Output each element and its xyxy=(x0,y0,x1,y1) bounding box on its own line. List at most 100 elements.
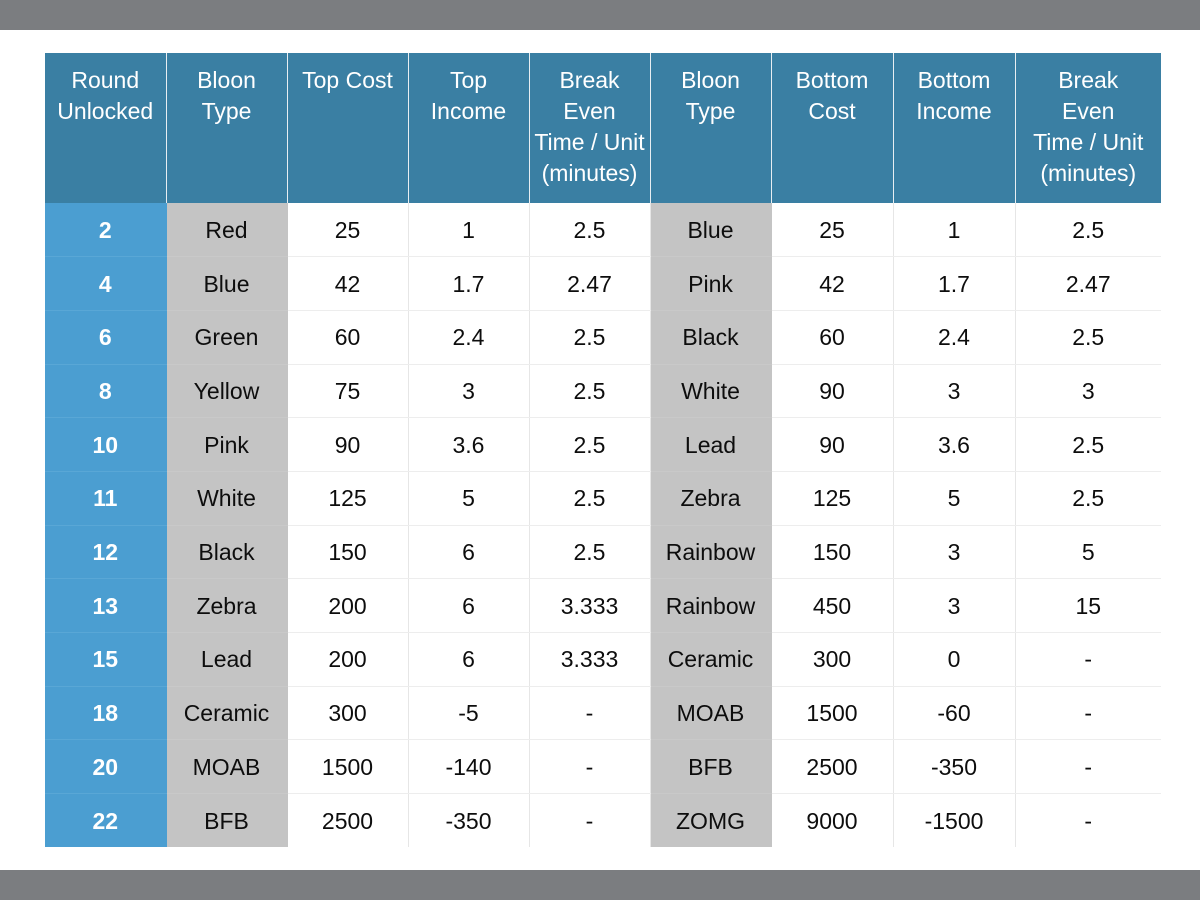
table-row[interactable]: 10 Pink 90 3.6 2.5 Lead 90 3.6 2.5 xyxy=(45,417,1161,472)
table-row[interactable]: 20 MOAB 1500 -140- BFB 2500 -350- xyxy=(45,739,1161,795)
table-row[interactable]: 12 Black 150 6 2.5 Rainbow 150 3 5 xyxy=(45,525,1161,580)
cell-bloon-type-top: Black xyxy=(166,525,288,580)
cell-bloon-type-top: Green xyxy=(166,310,288,365)
table-row[interactable]: 13 Zebra 200 6 3.333 Rainbow 450 3 15 xyxy=(45,578,1161,633)
cell-top-cost: 75 xyxy=(287,364,409,419)
cell-bottom-break-even: - xyxy=(1015,793,1161,848)
cell-bottom-cost: 90 xyxy=(771,364,894,419)
cell-round-unlocked: 12 xyxy=(45,525,167,580)
cell-bottom-break-even: 2.5 xyxy=(1015,203,1161,258)
cell-bottom-cost: 125 xyxy=(771,471,894,526)
bloon-economy-table: Round Unlocked Bloon Type Top Cost Top Inco… xyxy=(45,53,1161,848)
cell-bloon-type-bottom: Lead xyxy=(650,417,772,472)
cell-bottom-income: 1.7 xyxy=(893,256,1016,311)
column-header-bottom-cost[interactable]: Bottom Cost xyxy=(771,53,894,203)
cell-round-unlocked: 20 xyxy=(45,739,167,795)
cell-bloon-type-bottom: Pink xyxy=(650,256,772,311)
column-header-line: Top xyxy=(449,67,488,93)
column-header-line: Even xyxy=(563,98,616,124)
cell-bottom-income: 1 xyxy=(893,203,1016,258)
cell-top-cost: 150 xyxy=(287,525,409,580)
column-header-line: Time / Unit xyxy=(534,129,645,155)
cell-top-break-even: - xyxy=(529,793,651,848)
cell-top-cost: 42 xyxy=(287,256,409,311)
cell-top-income: 6 xyxy=(408,578,530,633)
cell-bottom-cost: 60 xyxy=(771,310,894,365)
column-header-line: (minutes) xyxy=(1040,160,1137,186)
cell-bloon-type-top: Red xyxy=(166,203,288,258)
cell-bottom-break-even: - xyxy=(1015,739,1161,795)
table-row[interactable]: 22 BFB 2500 -350- ZOMG 9000 -1500- xyxy=(45,793,1161,848)
cell-top-income: -140 xyxy=(408,739,530,795)
cell-bottom-cost: 2500 xyxy=(771,739,894,795)
table-row[interactable]: 6 Green 60 2.4 2.5 Black 60 2.4 2.5 xyxy=(45,310,1161,365)
cell-bottom-break-even: 2.5 xyxy=(1015,417,1161,472)
cell-top-break-even: 3.333 xyxy=(529,578,651,633)
table-header: Round Unlocked Bloon Type Top Cost Top Inco… xyxy=(45,53,1161,203)
column-header-top-income[interactable]: Top Income xyxy=(408,53,530,203)
cell-top-cost: 200 xyxy=(287,578,409,633)
cell-top-cost: 300 xyxy=(287,686,409,741)
cell-bloon-type-bottom: BFB xyxy=(650,739,772,795)
cell-bloon-type-top: BFB xyxy=(166,793,288,848)
column-header-bloon-type-top[interactable]: Bloon Type xyxy=(166,53,288,203)
table-row[interactable]: 2 Red 25 1 2.5 Blue 25 1 2.5 xyxy=(45,203,1161,258)
cell-bottom-income: 3 xyxy=(893,364,1016,419)
column-header-round-unlocked[interactable]: Round Unlocked xyxy=(45,53,167,203)
cell-bloon-type-top: MOAB xyxy=(166,739,288,795)
cell-bottom-income: 3.6 xyxy=(893,417,1016,472)
cell-bottom-cost: 25 xyxy=(771,203,894,258)
cell-top-break-even: 3.333 xyxy=(529,632,651,687)
cell-round-unlocked: 4 xyxy=(45,256,167,311)
cell-round-unlocked: 22 xyxy=(45,793,167,848)
column-header-bottom-break-even[interactable]: Break Even Time / Unit (minutes) xyxy=(1015,53,1161,203)
cell-bottom-cost: 90 xyxy=(771,417,894,472)
table-row[interactable]: 8 Yellow 75 3 2.5 White 90 3 3 xyxy=(45,364,1161,419)
column-header-bloon-type-bottom[interactable]: Bloon Type xyxy=(650,53,772,203)
cell-top-income: 2.4 xyxy=(408,310,530,365)
cell-round-unlocked: 6 xyxy=(45,310,167,365)
column-header-line: Income xyxy=(430,98,507,124)
cell-round-unlocked: 11 xyxy=(45,471,167,526)
cell-top-cost: 2500 xyxy=(287,793,409,848)
cell-top-cost: 200 xyxy=(287,632,409,687)
cell-bottom-cost: 1500 xyxy=(771,686,894,741)
table-row[interactable]: 18 Ceramic 300 -5- MOAB 1500 -60- xyxy=(45,686,1161,741)
column-header-top-cost[interactable]: Top Cost xyxy=(287,53,409,203)
cell-bottom-cost: 9000 xyxy=(771,793,894,848)
column-header-line: Bottom xyxy=(917,67,991,93)
table-row[interactable]: 11 White 125 5 2.5 Zebra 125 5 2.5 xyxy=(45,471,1161,526)
cell-top-income: 1 xyxy=(408,203,530,258)
top-chrome-bar xyxy=(0,0,1200,30)
cell-bloon-type-bottom: Ceramic xyxy=(650,632,772,687)
cell-bottom-income: 3 xyxy=(893,578,1016,633)
table-row[interactable]: 15 Lead 200 6 3.333 Ceramic 300 0- xyxy=(45,632,1161,687)
cell-bloon-type-bottom: Blue xyxy=(650,203,772,258)
cell-bottom-cost: 42 xyxy=(771,256,894,311)
cell-bloon-type-top: White xyxy=(166,471,288,526)
table-row[interactable]: 4 Blue 42 1.7 2.47 Pink 42 1.7 2.47 xyxy=(45,256,1161,311)
cell-top-break-even: - xyxy=(529,686,651,741)
column-header-line: Type xyxy=(685,98,736,124)
column-header-bottom-income[interactable]: Bottom Income xyxy=(893,53,1016,203)
cell-bloon-type-top: Lead xyxy=(166,632,288,687)
cell-bloon-type-bottom: Rainbow xyxy=(650,525,772,580)
cell-top-cost: 1500 xyxy=(287,739,409,795)
cell-bottom-break-even: 2.47 xyxy=(1015,256,1161,311)
cell-top-cost: 125 xyxy=(287,471,409,526)
cell-round-unlocked: 18 xyxy=(45,686,167,741)
column-header-line: Bloon xyxy=(197,67,256,93)
cell-bottom-income: 2.4 xyxy=(893,310,1016,365)
column-header-top-break-even[interactable]: Break Even Time / Unit (minutes) xyxy=(529,53,651,203)
cell-bottom-break-even: - xyxy=(1015,632,1161,687)
slide-canvas: Round Unlocked Bloon Type Top Cost Top Inco… xyxy=(0,30,1200,870)
cell-bottom-break-even: 5 xyxy=(1015,525,1161,580)
column-header-line: Break xyxy=(1058,67,1119,93)
cell-bottom-income: -350 xyxy=(893,739,1016,795)
cell-bottom-cost: 450 xyxy=(771,578,894,633)
cell-round-unlocked: 2 xyxy=(45,203,167,258)
column-header-line: (minutes) xyxy=(541,160,638,186)
cell-top-break-even: 2.5 xyxy=(529,471,651,526)
cell-top-break-even: 2.5 xyxy=(529,310,651,365)
cell-bottom-income: -60 xyxy=(893,686,1016,741)
